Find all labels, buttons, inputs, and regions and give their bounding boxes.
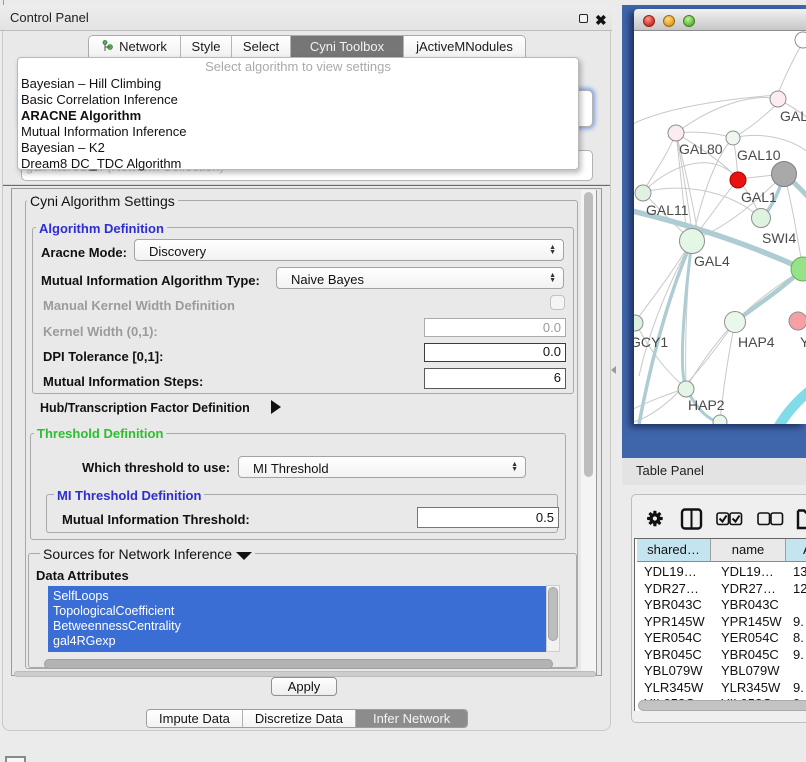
- svg-text:GAL80: GAL80: [679, 141, 723, 157]
- svg-text:HAP2: HAP2: [688, 397, 725, 413]
- svg-text:GAL11: GAL11: [646, 202, 689, 218]
- svg-text:GAL4: GAL4: [694, 253, 730, 269]
- svg-text:SWI4: SWI4: [762, 230, 796, 246]
- svg-text:GAL7: GAL7: [780, 108, 806, 124]
- svg-text:GAL1: GAL1: [741, 189, 777, 205]
- svg-text:Y: Y: [800, 334, 806, 350]
- svg-text:HAP4: HAP4: [738, 334, 775, 350]
- svg-text:GAL10: GAL10: [737, 147, 781, 163]
- svg-text:GCY1: GCY1: [634, 334, 668, 350]
